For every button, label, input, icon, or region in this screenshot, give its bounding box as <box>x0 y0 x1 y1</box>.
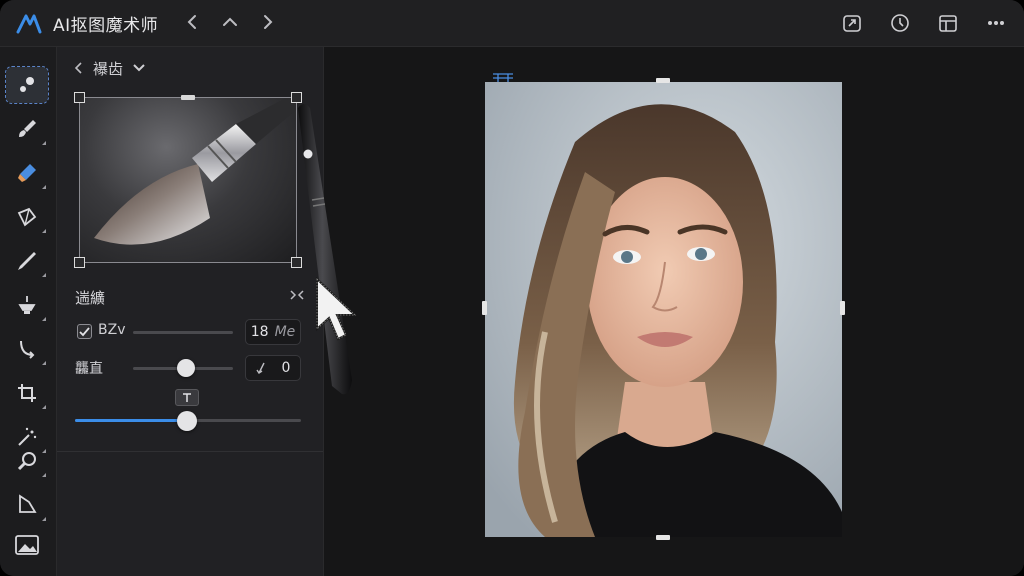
size-checkbox[interactable] <box>77 324 92 339</box>
hardness-label: 龘直 <box>75 361 103 377</box>
portrait-photo[interactable] <box>485 82 842 537</box>
panel-divider <box>57 451 323 452</box>
size-slider[interactable] <box>133 331 233 334</box>
hardness-slider-knob[interactable] <box>177 359 195 377</box>
photo-handle-bottom[interactable] <box>656 535 670 540</box>
photo-handle-left[interactable] <box>482 301 487 315</box>
hardness-row: 龘直 0 <box>75 355 305 381</box>
tool-bar <box>0 47 57 576</box>
photo-handle-right[interactable] <box>840 301 845 315</box>
perspective-icon <box>19 494 37 513</box>
brush-select-icon <box>20 77 34 92</box>
pen-tool[interactable] <box>6 243 48 279</box>
layout-button[interactable] <box>934 9 962 37</box>
panel-header-label: 襮齿 <box>93 59 124 78</box>
paint-brush-tool[interactable] <box>6 111 48 147</box>
size-label: BZv <box>98 322 126 338</box>
app-logo-icon <box>16 14 42 34</box>
layout-icon <box>939 15 957 32</box>
crop-tool[interactable] <box>6 375 48 411</box>
fill-icon <box>18 296 36 314</box>
stylus-pen-icon <box>298 104 352 395</box>
check-icon <box>79 327 90 337</box>
more-button[interactable] <box>982 9 1010 37</box>
lasso-tool[interactable] <box>6 199 48 235</box>
section-label: 遄纊 <box>75 289 106 307</box>
zoom-tool[interactable] <box>6 443 48 479</box>
app-window: AI抠图魔术师 襮齿 遄纊 BZv 18 Me 龘直 0 <box>0 0 1024 576</box>
photo-handle-top[interactable] <box>656 78 670 83</box>
up-button[interactable] <box>219 11 241 33</box>
opacity-slider-knob[interactable] <box>177 411 197 431</box>
mouse-cursor-icon <box>316 277 358 341</box>
chevron-left-icon <box>75 62 82 74</box>
eraser-icon <box>18 164 36 182</box>
paint-brush-icon <box>19 120 36 137</box>
handle-bottom-left[interactable] <box>74 257 85 268</box>
back-button[interactable] <box>181 11 203 33</box>
rotate-tool[interactable] <box>6 331 48 367</box>
canvas-area[interactable] <box>324 47 1024 576</box>
chevron-left-icon <box>187 15 196 29</box>
paintbrush-illustration <box>94 98 296 245</box>
image-icon <box>15 535 39 555</box>
history-icon <box>891 14 909 32</box>
chevron-right-icon <box>264 15 273 29</box>
chevron-up-icon <box>223 17 237 26</box>
arrow-up-icon <box>183 393 191 402</box>
portrait-illustration <box>485 82 842 537</box>
brush-preview[interactable] <box>74 92 302 268</box>
lasso-icon <box>17 207 37 227</box>
export-icon <box>843 15 861 32</box>
rotate-icon <box>20 340 35 359</box>
more-icon <box>988 21 1004 25</box>
zoom-icon <box>17 452 36 471</box>
size-row: BZv 18 Me <box>75 319 305 345</box>
opacity-slider-fill <box>75 419 186 422</box>
handle-top-center[interactable] <box>181 95 195 100</box>
title-bar: AI抠图魔术师 <box>0 0 1024 47</box>
app-title: AI抠图魔术师 <box>53 16 159 36</box>
size-value: 18 <box>250 324 269 340</box>
slash-arrow-icon <box>255 362 265 374</box>
properties-panel: 襮齿 遄纊 BZv 18 Me 龘直 0 <box>57 47 324 576</box>
fill-tool[interactable] <box>6 287 48 323</box>
export-button[interactable] <box>838 9 866 37</box>
caret-down-icon <box>133 64 145 72</box>
panel-header[interactable]: 襮齿 <box>75 57 145 79</box>
eraser-tool[interactable] <box>6 155 48 191</box>
history-button[interactable] <box>886 9 914 37</box>
brush-select-tool[interactable] <box>5 66 49 104</box>
image-tool[interactable] <box>6 527 48 563</box>
forward-button[interactable] <box>257 11 279 33</box>
crop-icon <box>18 384 36 402</box>
pen-icon <box>18 252 36 270</box>
handle-top-left[interactable] <box>74 92 85 103</box>
slider-tooltip <box>175 389 199 406</box>
perspective-tool[interactable] <box>6 487 48 523</box>
